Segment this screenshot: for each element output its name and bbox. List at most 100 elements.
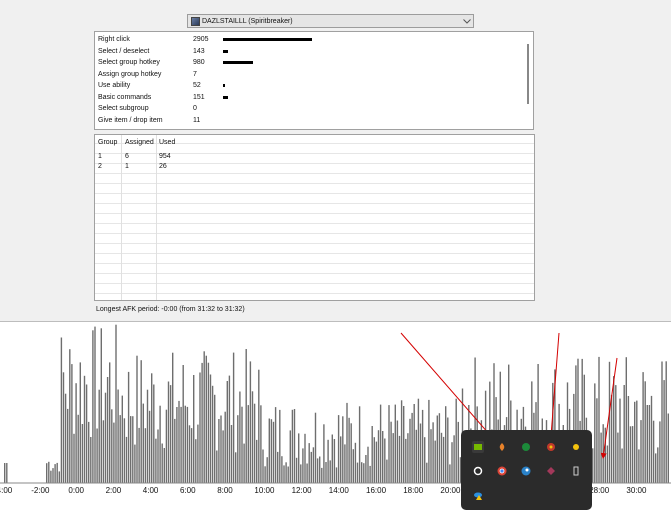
hotkey-groups-table[interactable]: Group Assigned Used 1 6 954 2 1 26: [94, 134, 535, 301]
timeline-bar: [256, 439, 258, 483]
stat-row[interactable]: Right click 2905: [98, 34, 313, 45]
timeline-bar: [369, 465, 371, 483]
x-tick-label: 12:00: [291, 486, 312, 495]
onedrive-warning-icon[interactable]: [472, 489, 484, 501]
timeline-bar: [142, 403, 144, 483]
timeline-bar: [163, 448, 165, 483]
stat-name: Basic commands: [98, 93, 152, 101]
timeline-bar: [195, 439, 197, 483]
timeline-bar: [237, 415, 239, 483]
table-cell: 1: [125, 163, 129, 170]
timeline-bar: [48, 461, 50, 483]
stat-row[interactable]: Select group hotkey 980: [98, 57, 253, 68]
timeline-bar: [419, 423, 422, 483]
x-tick-label: 0:00: [68, 486, 84, 495]
timeline-bar: [390, 421, 392, 483]
timeline-bar: [151, 373, 153, 483]
timeline-bar: [327, 439, 329, 483]
timeline-bar: [207, 362, 210, 483]
timeline-bar: [136, 355, 138, 483]
stat-row[interactable]: Assign group hotkey 7: [98, 69, 223, 80]
x-tick-label: 6:00: [180, 486, 196, 495]
timeline-bar: [405, 438, 407, 483]
timeline-bar: [424, 437, 426, 483]
timeline-bar: [623, 385, 625, 483]
stat-row[interactable]: Use ability 52: [98, 80, 225, 91]
timeline-bar: [445, 406, 447, 483]
stat-bar: [223, 84, 225, 87]
timeline-bar: [102, 420, 105, 483]
timeline-bar: [642, 372, 644, 483]
scrollbar-thumb[interactable]: [527, 44, 529, 104]
timeline-bar: [388, 405, 390, 483]
timeline-bar: [367, 446, 369, 483]
player-select[interactable]: DAZLSTAILLL (Spiritbreaker): [187, 14, 474, 28]
timeline-bar: [249, 361, 252, 483]
sun-icon[interactable]: [570, 441, 582, 453]
timeline-bar: [285, 462, 287, 483]
column-header-assigned[interactable]: Assigned: [125, 139, 154, 146]
timeline-bar: [365, 455, 367, 483]
timeline-bar: [415, 429, 417, 483]
chrome-icon[interactable]: [496, 465, 508, 477]
timeline-bar: [375, 441, 378, 483]
stat-count: 52: [193, 82, 201, 89]
timeline-bar: [627, 396, 630, 483]
timeline-bar: [159, 405, 161, 483]
timeline-bar: [434, 440, 436, 483]
timeline-bar: [306, 463, 308, 483]
stat-name: Select group hotkey: [98, 59, 160, 66]
timeline-bar: [287, 466, 289, 483]
column-header-used[interactable]: Used: [159, 139, 175, 146]
timeline-bar: [224, 411, 226, 483]
timeline-bar: [663, 380, 665, 483]
network-icon[interactable]: [545, 465, 557, 477]
timeline-bar: [604, 427, 606, 483]
timeline-bar: [426, 462, 428, 483]
timeline-bar: [430, 429, 432, 483]
timeline-bar: [96, 428, 98, 483]
timeline-bar: [350, 423, 352, 483]
timeline-bar: [335, 467, 338, 483]
action-stats-list[interactable]: Right click 2905 Select / deselect 143 Selec…: [94, 31, 534, 130]
timeline-bar: [592, 448, 594, 483]
paint-icon[interactable]: [545, 441, 557, 453]
timeline-bar: [319, 456, 321, 483]
razer-icon[interactable]: [520, 441, 532, 453]
timeline-bar: [644, 381, 646, 483]
x-tick-label: 20:00: [440, 486, 461, 495]
timeline-bar: [619, 398, 621, 483]
stat-name: Use ability: [98, 82, 131, 89]
timeline-bar: [652, 420, 655, 483]
stat-row[interactable]: Select / deselect 143: [98, 46, 228, 57]
stat-row[interactable]: Basic commands 151: [98, 92, 228, 103]
steam-icon[interactable]: [520, 465, 532, 477]
timeline-bar: [130, 416, 132, 483]
logitech-icon[interactable]: [472, 465, 484, 477]
flame-icon[interactable]: [496, 441, 508, 453]
timeline-bar: [262, 449, 264, 483]
timeline-bar: [132, 416, 134, 483]
timeline-bar: [226, 381, 228, 483]
timeline-bar: [50, 470, 52, 483]
timeline-bar: [640, 420, 642, 483]
timeline-bar: [245, 349, 247, 483]
timeline-bar: [354, 442, 357, 483]
timeline-bar: [174, 418, 176, 483]
column-header-group[interactable]: Group: [98, 139, 117, 146]
timeline-bar: [83, 375, 86, 483]
timeline-bar: [119, 415, 121, 483]
stat-row[interactable]: Give item / drop item 11: [98, 115, 223, 126]
timeline-bar: [314, 412, 317, 483]
timeline-bar: [295, 457, 298, 483]
nvidia-icon[interactable]: [472, 441, 484, 453]
timeline-bar: [52, 468, 54, 483]
timeline-bar: [75, 383, 77, 483]
timeline-bar: [264, 466, 266, 483]
timeline-bar: [266, 457, 268, 483]
timeline-bar: [197, 424, 199, 483]
stat-row[interactable]: Select subgroup 0: [98, 103, 223, 114]
chevron-down-icon[interactable]: [461, 16, 472, 26]
usb-icon[interactable]: [570, 465, 582, 477]
timeline-bar: [325, 462, 327, 483]
